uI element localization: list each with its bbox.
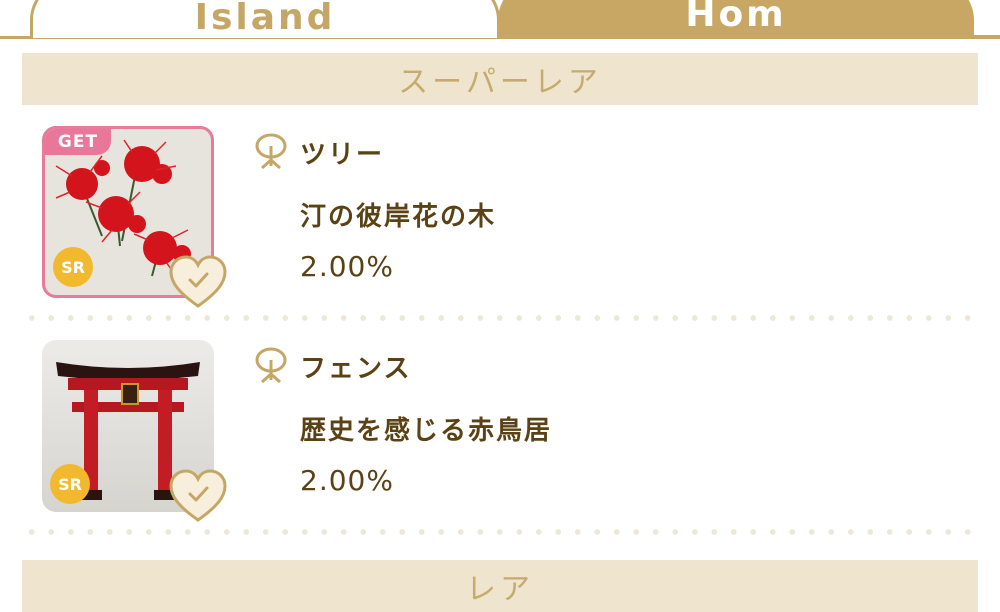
dotted-divider <box>22 529 978 535</box>
item-category: ツリー <box>300 140 385 170</box>
rarity-badge: SR <box>50 464 90 504</box>
list-item[interactable]: SR フェンス 歴史を感じる赤鳥居 2.00% <box>42 340 972 540</box>
item-rate: 2.00% <box>300 464 394 497</box>
section-title: レア <box>466 572 534 607</box>
item-name: 歴史を感じる赤鳥居 <box>300 416 553 446</box>
section-title: スーパーレア <box>398 65 602 100</box>
tab-home-label: Hom <box>685 0 787 35</box>
favorite-heart-icon[interactable] <box>168 254 228 310</box>
item-category: フェンス <box>300 354 412 384</box>
section-header-super-rare: スーパーレア <box>22 53 978 105</box>
favorite-heart-icon[interactable] <box>168 468 228 524</box>
dotted-divider <box>22 315 978 321</box>
fence-category-icon <box>255 347 287 384</box>
get-badge: GET <box>45 129 111 155</box>
rarity-badge: SR <box>53 247 93 287</box>
item-name: 汀の彼岸花の木 <box>300 202 497 232</box>
tab-island-label: Island <box>194 0 336 38</box>
tab-home[interactable]: Hom <box>498 0 1000 38</box>
list-item[interactable]: GET SR ツリー 汀の彼岸花の木 2.00% <box>42 126 972 326</box>
tree-category-icon <box>255 133 287 170</box>
tab-island[interactable]: Island <box>30 0 500 38</box>
section-header-rare: レア <box>22 560 978 612</box>
item-rate: 2.00% <box>300 250 394 283</box>
